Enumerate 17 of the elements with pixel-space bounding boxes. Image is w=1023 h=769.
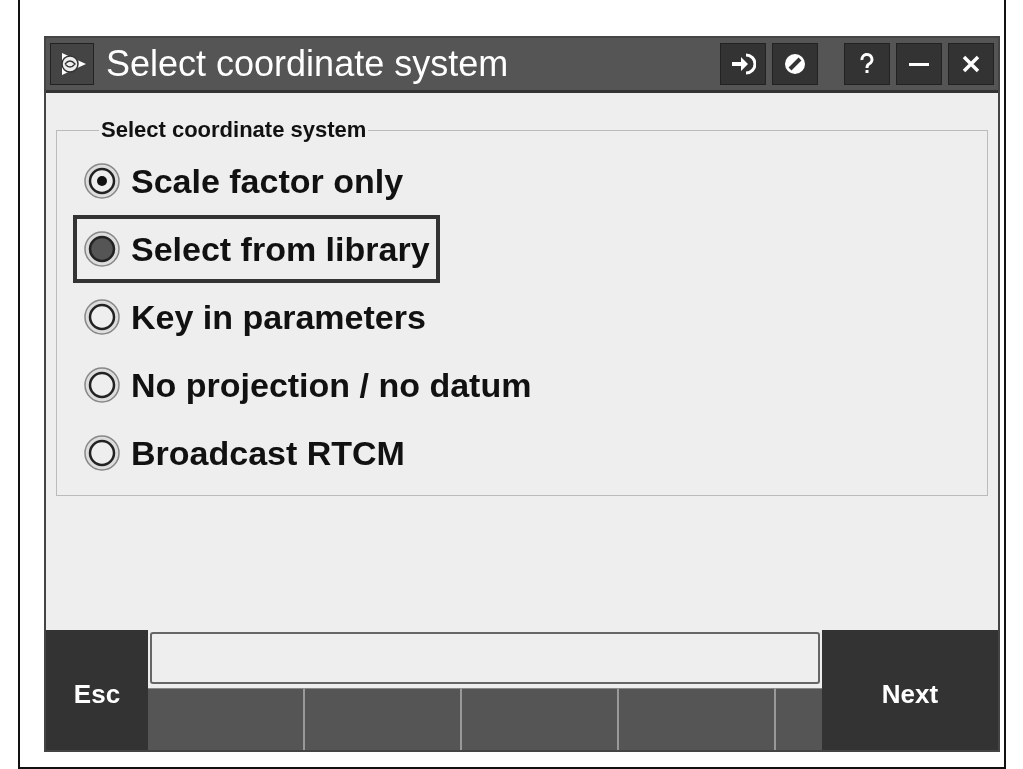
minimize-button[interactable]	[896, 43, 942, 85]
radio-option[interactable]: Select from library	[73, 215, 440, 283]
radio-option[interactable]: No projection / no datum	[73, 351, 542, 419]
radio-option[interactable]: Key in parameters	[73, 283, 436, 351]
slashed-circle-icon	[783, 52, 807, 76]
radio-option[interactable]: Scale factor only	[73, 147, 414, 215]
window-title: Select coordinate system	[105, 43, 510, 85]
help-button[interactable]	[844, 43, 890, 85]
minimize-icon	[909, 62, 929, 66]
arrow-into-circle-icon	[730, 51, 756, 77]
enter-button[interactable]	[720, 43, 766, 85]
close-button[interactable]	[948, 43, 994, 85]
cancel-button[interactable]	[772, 43, 818, 85]
app-menu-button[interactable]	[50, 43, 94, 85]
input-field[interactable]	[150, 632, 820, 684]
radio-option[interactable]: Broadcast RTCM	[73, 419, 415, 487]
group-label: Select coordinate system	[100, 117, 368, 143]
